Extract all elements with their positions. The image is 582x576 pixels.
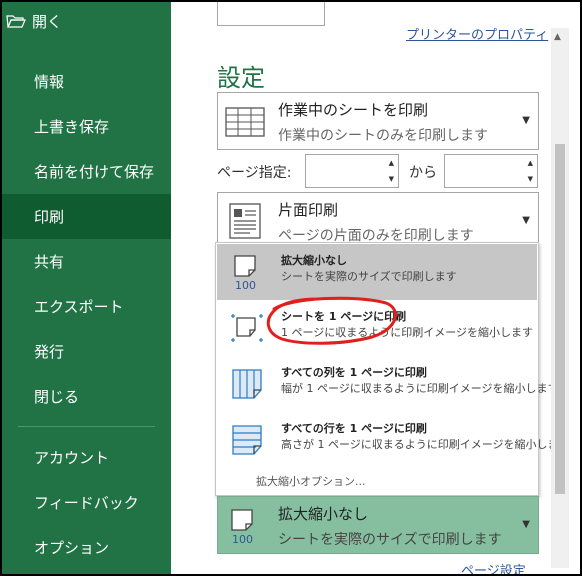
printer-properties-link[interactable]: プリンターのプロパティ [406, 24, 548, 43]
fit-columns-icon [232, 369, 262, 399]
sidebar-item-close[interactable]: 閉じる [2, 374, 171, 419]
fit-rows-icon [232, 425, 262, 455]
pages-from-stepper[interactable]: ▲ ▼ [305, 154, 399, 188]
sidebar-item-publish[interactable]: 発行 [2, 329, 171, 374]
scaling-options-link[interactable]: 拡大縮小オプション... [256, 473, 366, 489]
sidebar-item-export[interactable]: エクスポート [2, 284, 171, 329]
sidebar-divider [18, 426, 155, 427]
sidebar-item-save[interactable]: 上書き保存 [2, 104, 171, 149]
sidebar-item-save-as[interactable]: 名前を付けて保存 [2, 149, 171, 194]
sidebar-item-label: 印刷 [34, 208, 65, 226]
sidebar-item-account[interactable]: アカウント [2, 435, 171, 480]
print-what-subtitle: 作業中のシートのみを印刷します [278, 128, 488, 144]
sidebar-item-share[interactable]: 共有 [2, 239, 171, 284]
scaling-title: 拡大縮小なし [278, 505, 369, 523]
scaling-option-title: 拡大縮小なし [281, 254, 347, 267]
scaling-dropdown[interactable]: 100 拡大縮小なし シートを実際のサイズで印刷します ▼ [217, 496, 539, 554]
scaling-option-fit-rows[interactable]: すべての行を 1 ページに印刷 高さが 1 ページに収まるように印刷イメージを縮… [217, 412, 570, 468]
sidebar-item-label: エクスポート [34, 298, 124, 316]
scaling-subtitle: シートを実際のサイズで印刷します [278, 532, 502, 548]
scaling-dropdown-menu: 100 拡大縮小なし シートを実際のサイズで印刷します シートを 1 ページに印… [215, 242, 570, 496]
scaling-option-subtitle: 1 ページに収まるように印刷イメージを縮小します [281, 326, 534, 339]
sides-dropdown[interactable]: 片面印刷 ページの片面のみを印刷します ▼ [217, 192, 539, 248]
chevron-down-icon: ▼ [522, 115, 530, 126]
sidebar-item-label: 発行 [34, 343, 65, 361]
scaling-option-fit-columns[interactable]: すべての列を 1 ページに印刷 幅が 1 ページに収まるように印刷イメージを縮小… [217, 356, 559, 412]
sidebar-item-feedback[interactable]: フィードバック [2, 480, 171, 525]
print-what-title: 作業中のシートを印刷 [278, 101, 429, 119]
sidebar-item-label: 共有 [34, 253, 65, 271]
page-setup-link[interactable]: ページ設定 [461, 560, 526, 574]
sidebar-item-info[interactable]: 情報 [2, 59, 171, 104]
settings-heading: 設定 [217, 64, 265, 92]
chevron-down-icon: ▼ [522, 215, 530, 226]
print-settings-panel: プリンターのプロパティ 設定 作業中のシートを印刷 作業中のシートのみを印刷しま… [171, 2, 580, 574]
sidebar-item-open[interactable]: 開く [2, 2, 171, 40]
scaling-option-no-scaling[interactable]: 100 拡大縮小なし シートを実際のサイズで印刷します [217, 244, 537, 300]
sides-title: 片面印刷 [278, 201, 339, 219]
sidebar-item-label: 上書き保存 [34, 118, 110, 136]
scale-number: 100 [235, 279, 256, 292]
scale-number: 100 [232, 533, 253, 546]
vertical-scrollbar[interactable]: ▲ [551, 28, 569, 568]
chevron-up-icon[interactable]: ▲ [389, 159, 394, 167]
no-scaling-icon: 100 [234, 255, 256, 292]
scaling-option-subtitle: 高さが 1 ページに収まるように印刷イメージを縮小します [281, 438, 570, 451]
scrollbar-thumb[interactable] [555, 144, 565, 494]
sidebar-item-label: フィードバック [34, 494, 139, 512]
scaling-option-subtitle: シートを実際のサイズで印刷します [281, 270, 457, 283]
scaling-option-title: すべての列を 1 ページに印刷 [281, 366, 427, 379]
scaling-option-subtitle: 幅が 1 ページに収まるように印刷イメージを縮小します [281, 382, 559, 395]
backstage-sidebar: 開く 情報 上書き保存 名前を付けて保存 印刷 共有 エクスポート 発行 閉じる… [2, 2, 171, 574]
scroll-up-icon[interactable]: ▲ [554, 32, 561, 42]
scaling-option-fit-sheet[interactable]: シートを 1 ページに印刷 1 ページに収まるように印刷イメージを縮小します [217, 300, 537, 356]
sidebar-item-label: 閉じる [34, 388, 80, 406]
no-scaling-icon: 100 [231, 509, 253, 546]
pages-to-stepper[interactable]: ▲ ▼ [444, 154, 538, 188]
sidebar-item-label: 名前を付けて保存 [34, 163, 155, 181]
chevron-up-icon[interactable]: ▲ [528, 159, 533, 167]
sidebar-item-label: アカウント [34, 449, 110, 467]
chevron-down-icon[interactable]: ▼ [389, 175, 394, 183]
chevron-down-icon[interactable]: ▼ [528, 175, 533, 183]
sheet-grid-icon [225, 107, 265, 137]
to-label: から [409, 165, 437, 181]
sidebar-item-options[interactable]: オプション [2, 525, 171, 570]
chevron-down-icon: ▼ [522, 519, 530, 530]
pages-label: ページ指定: [217, 165, 292, 181]
sidebar-item-print[interactable]: 印刷 [2, 194, 171, 239]
scaling-option-title: シートを 1 ページに印刷 [281, 310, 407, 323]
folder-open-icon [6, 15, 26, 28]
sidebar-item-label: 情報 [34, 73, 65, 91]
window-frame: 開く 情報 上書き保存 名前を付けて保存 印刷 共有 エクスポート 発行 閉じる… [0, 0, 582, 576]
one-sided-page-icon [229, 203, 261, 239]
printer-select-box[interactable] [217, 2, 325, 26]
print-what-dropdown[interactable]: 作業中のシートを印刷 作業中のシートのみを印刷します ▼ [217, 92, 539, 150]
fit-sheet-icon [231, 314, 263, 342]
sidebar-item-label: オプション [34, 539, 110, 557]
sidebar-item-label: 開く [32, 12, 63, 31]
scaling-option-title: すべての行を 1 ページに印刷 [281, 422, 427, 435]
